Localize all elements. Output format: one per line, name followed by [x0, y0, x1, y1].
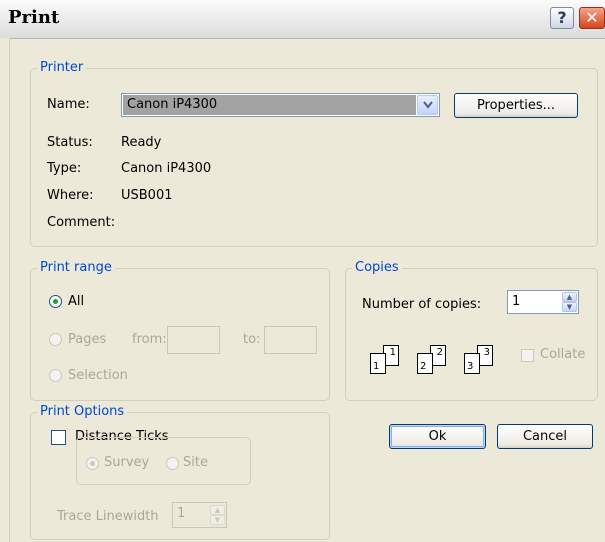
properties-button[interactable]: Properties... [454, 93, 578, 118]
distance-ticks-subgroup [76, 437, 251, 485]
chevron-down-icon[interactable] [417, 95, 438, 115]
page-number: 1 [373, 361, 380, 372]
print-dialog: Print ? ✕ Printer Name: Canon iP4300 Pro… [0, 0, 605, 542]
to-label: to: [243, 332, 261, 347]
comment-label: Comment: [47, 215, 116, 230]
page-sheet: 3 [464, 353, 480, 374]
title-bar: Print ? ✕ [0, 0, 605, 39]
all-label: All [68, 294, 85, 309]
page-number: 1 [389, 347, 396, 358]
page-sheet: 1 [370, 353, 386, 374]
number-of-copies-label: Number of copies: [362, 297, 482, 312]
spin-up-icon[interactable]: ▲ [210, 505, 225, 515]
copies-group-label: Copies [352, 260, 402, 276]
printer-name-value: Canon iP4300 [123, 95, 416, 115]
window-title: Print [8, 7, 60, 28]
page-sheet: 2 [417, 353, 433, 374]
print-range-group-label: Print range [37, 260, 115, 276]
site-radio[interactable] [166, 457, 179, 470]
trace-linewidth-label: Trace Linewidth [57, 509, 159, 524]
ok-button[interactable]: Ok [389, 424, 486, 449]
name-label: Name: [47, 97, 90, 112]
close-icon[interactable]: ✕ [579, 7, 605, 29]
print-options-group-label: Print Options [37, 404, 128, 420]
survey-label: Survey [104, 455, 150, 470]
where-value: USB001 [121, 188, 173, 203]
copies-group: Copies [345, 260, 598, 401]
distance-ticks-checkbox[interactable] [51, 430, 66, 445]
from-label: from: [132, 332, 167, 347]
from-input[interactable] [167, 326, 220, 354]
selection-radio[interactable] [49, 369, 62, 382]
page-number: 3 [483, 347, 490, 358]
window-left-edge [0, 38, 10, 542]
trace-linewidth-value: 1 [177, 506, 186, 521]
status-label: Status: [47, 135, 93, 150]
printer-group-label: Printer [37, 60, 87, 76]
status-value: Ready [121, 135, 162, 150]
to-input[interactable] [264, 326, 317, 354]
spin-down-icon[interactable]: ▼ [210, 515, 225, 525]
pages-radio[interactable] [49, 333, 62, 346]
copies-stepper[interactable]: 1 ▲ ▼ [507, 290, 579, 314]
spin-up-icon[interactable]: ▲ [562, 292, 577, 302]
trace-linewidth-stepper[interactable]: 1 ▲ ▼ [172, 502, 227, 528]
page-number: 2 [420, 361, 427, 372]
collate-label: Collate [540, 347, 586, 362]
all-radio[interactable] [49, 295, 62, 308]
site-label: Site [183, 455, 208, 470]
selection-label: Selection [68, 368, 128, 383]
cancel-button[interactable]: Cancel [497, 424, 593, 449]
copies-value: 1 [512, 294, 521, 309]
page-number: 3 [467, 361, 474, 372]
type-value: Canon iP4300 [121, 161, 212, 176]
where-label: Where: [47, 188, 94, 203]
collate-checkbox[interactable] [521, 349, 534, 362]
help-icon[interactable]: ? [550, 7, 574, 29]
spin-down-icon[interactable]: ▼ [562, 302, 577, 312]
type-label: Type: [47, 161, 82, 176]
pages-label: Pages [68, 332, 107, 347]
page-number: 2 [436, 347, 443, 358]
printer-name-select[interactable]: Canon iP4300 [121, 93, 440, 117]
survey-radio[interactable] [86, 457, 99, 470]
